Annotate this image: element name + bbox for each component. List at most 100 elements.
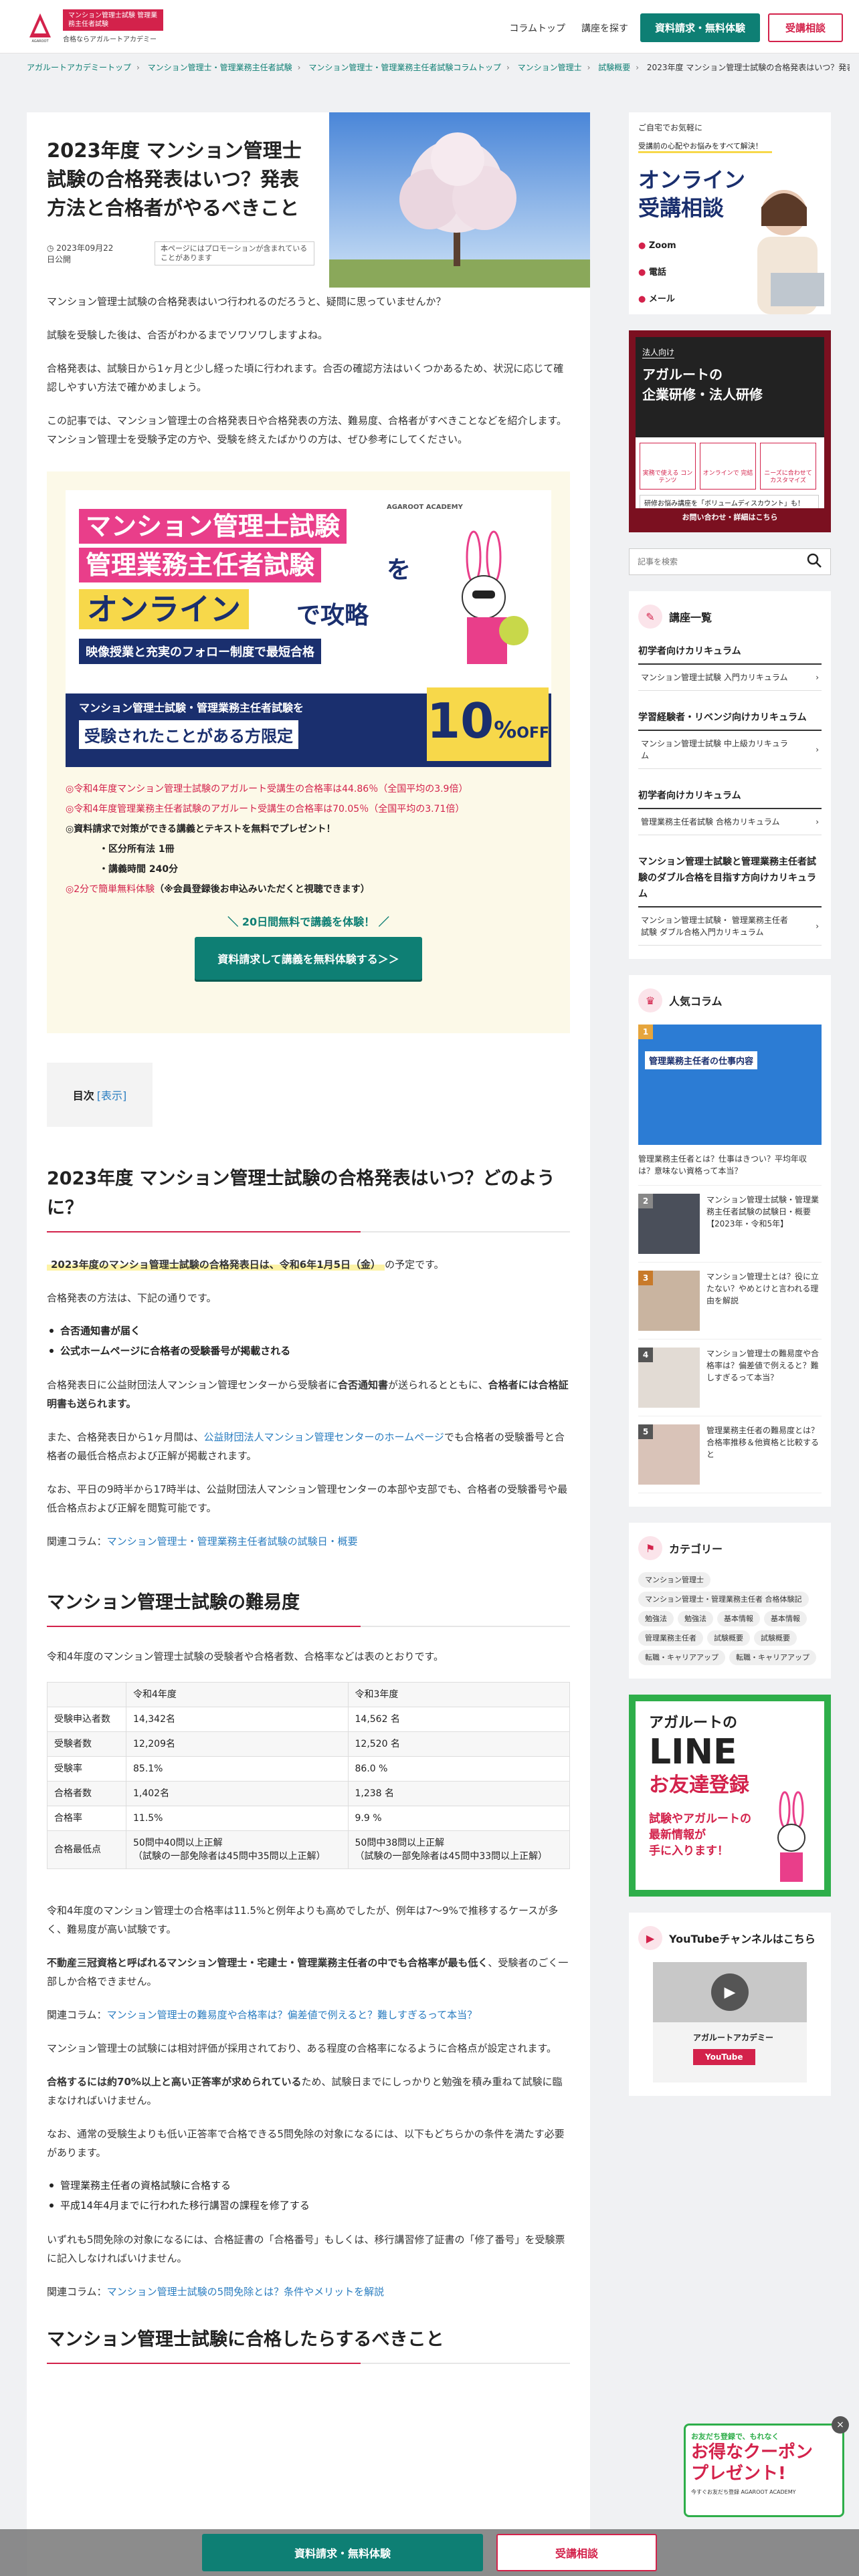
line-big: LINE: [649, 1732, 737, 1772]
popular-item[interactable]: 3 マンション管理士とは？役に立たない？やめとけと言われる理由を解説: [638, 1263, 822, 1339]
banner-cta-label: ＼ 20日間無料で講義を体験！ ／: [227, 916, 389, 928]
logo-tagline: マンション管理士試験 管理業務主任者試験: [63, 9, 163, 31]
category-tag[interactable]: 基本情報: [764, 1611, 807, 1626]
category-tag[interactable]: 試験概要: [754, 1630, 797, 1646]
chevron-right-icon: ›: [816, 745, 819, 754]
youtube-button[interactable]: YouTube: [693, 2049, 755, 2065]
online-tag2: 受講前の心配やお悩みをすべて解決！: [638, 140, 772, 153]
intro-paragraph: 試験を受験した後は、合否がわかるまでソワソワしますよね。: [47, 329, 328, 341]
related-column-link[interactable]: マンション管理士試験の5問免除とは？条件やメリットを解説: [107, 2286, 385, 2298]
header-nav: コラムトップ 講座を探す 資料請求・無料体験 受講相談: [505, 13, 843, 42]
widget-title: YouTubeチャンネルはこちら: [669, 1933, 816, 1945]
breadcrumb-item[interactable]: アガルートアカデミートップ: [27, 63, 131, 72]
chevron-right-icon: ›: [816, 922, 819, 931]
article-header: 2023年度 マンション管理士試験の合格発表はいつ？発表方法と合格者がやるべきこ…: [47, 112, 590, 288]
category-tag[interactable]: 管理業務主任者: [638, 1630, 703, 1646]
breadcrumb-item[interactable]: マンション管理士: [518, 63, 582, 72]
paragraph: なお、通常の受験生よりも低い正答率で合格できる5問免除の対象になるには、以下もど…: [47, 2128, 565, 2159]
header-consult-button[interactable]: 受講相談: [767, 13, 843, 42]
stats-table: 令和4年度 令和3年度 受験申込者数 14,342名 14,562 名 受験者数 12…: [47, 1682, 570, 1869]
line-coupon-popup[interactable]: × お友だち登録で、もれなく お得なクーポン プレゼント! 今すぐお友だち登録 …: [684, 2416, 849, 2517]
category-tag[interactable]: 転職・キャリアアップ: [729, 1650, 816, 1665]
course-link[interactable]: マンション管理士試験 入門カリキュラム ›: [638, 665, 822, 691]
breadcrumb-item[interactable]: マンション管理士・管理業務主任者試験コラムトップ: [308, 63, 501, 72]
category-tag[interactable]: 基本情報: [717, 1611, 760, 1626]
toc-toggle[interactable]: [表示]: [97, 1087, 127, 1103]
category-tag[interactable]: マンション管理士・管理業務主任者 合格体験記: [638, 1592, 809, 1607]
coupon-line4: 今すぐお友だち登録 AGAROOT ACADEMY: [691, 2489, 796, 2495]
banner-gift-item: ・区分所有法 1冊: [99, 844, 175, 855]
corp-title2: 企業研修・法人研修: [642, 387, 763, 403]
online-tag1: ご自宅でお気軽に: [638, 123, 703, 132]
site-logo[interactable]: AGAROOT マンション管理士試験 管理業務主任者試験 合格ならアガルートアカ…: [24, 9, 163, 43]
popular-item[interactable]: 4 マンション管理士の難易度や合格率は？偏差値で例えると？難しすぎるって本当？: [638, 1339, 822, 1416]
chevron-right-icon: ›: [816, 817, 819, 827]
related-column: 関連コラム：マンション管理士の難易度や合格率は？偏差値で例えると？難しすぎるって…: [47, 2009, 478, 2021]
related-column: 関連コラム：マンション管理士・管理業務主任者試験の試験日・概要: [47, 1535, 358, 1547]
search-icon[interactable]: [806, 552, 822, 571]
lead-tail: の予定です。: [385, 1259, 444, 1271]
play-icon: ▶: [711, 1973, 749, 2011]
course-link[interactable]: マンション管理士試験 中上級カリキュラム ›: [638, 731, 822, 769]
banner-signup-note: （※会員登録後お申込みいただくと視聴できます）: [155, 884, 370, 895]
paragraph: 合格するには約70%以上と高い正答率が求められているため、試験日までにしっかりと…: [47, 2076, 563, 2107]
mankan-center-link[interactable]: 公益財団法人マンション管理センターのホームページ: [204, 1431, 444, 1443]
popular-item-1[interactable]: 1 管理業務主任者の仕事内容 管理業務主任者とは？仕事はきつい？平均年収は？意味…: [638, 1025, 822, 1186]
popular-item[interactable]: 5 管理業務主任者の難易度とは？合格率推移＆他資格と比較すると: [638, 1416, 822, 1493]
youtube-channel-banner[interactable]: ▶ アガルートアカデミー YouTube: [653, 1962, 807, 2082]
popular-thumb: 1 管理業務主任者の仕事内容: [638, 1025, 822, 1145]
close-icon[interactable]: ×: [832, 2416, 849, 2434]
nav-find-course[interactable]: 講座を探す: [577, 21, 632, 35]
table-row: 受験率 85.1% 86.0 %: [47, 1756, 570, 1782]
coupon-line1: お友だち登録で、もれなく: [691, 2432, 779, 2441]
list-item: 合否通知書が届く: [50, 1321, 570, 1341]
table-row: 合格者数 1,402名 1,238 名: [47, 1781, 570, 1806]
widget-title: 人気コラム: [669, 995, 723, 1008]
course-section-head: 初学者向けカリキュラム: [638, 641, 822, 665]
header-request-button[interactable]: 資料請求・無料体験: [640, 13, 760, 42]
related-column-link[interactable]: マンション管理士・管理業務主任者試験の試験日・概要: [107, 1535, 358, 1547]
online-title2: 受講相談: [638, 195, 725, 221]
banner-offer1: マンション管理士試験・管理業務主任者試験を: [79, 702, 304, 714]
category-tag[interactable]: 転職・キャリアアップ: [638, 1650, 725, 1665]
condition-list: 管理業務主任者の資格試験に合格する 平成14年4月までに行われた移行講習の課程を…: [50, 2175, 570, 2216]
rank-badge: 1: [638, 1025, 653, 1039]
category-tag[interactable]: マンション管理士: [638, 1572, 710, 1588]
category-tag[interactable]: 試験概要: [707, 1630, 750, 1646]
line-friend-banner[interactable]: アガルートの LINE お友達登録 試験やアガルートの 最新情報が 手に入ります…: [629, 1695, 831, 1897]
course-list-widget: ✎ 講座一覧 初学者向けカリキュラム マンション管理士試験 入門カリキュラム › 学…: [629, 591, 831, 959]
category-widget: ⚑ カテゴリー マンション管理士 マンション管理士・管理業務主任者 合格体験記 勉…: [629, 1523, 831, 1679]
online-consult-banner[interactable]: ご自宅でお気軽に 受講前の心配やお悩みをすべて解決！ オンライン 受講相談 ● …: [629, 112, 831, 314]
promotion-note: 本ページにはプロモーションが含まれていることがあります: [155, 241, 314, 265]
float-request-button[interactable]: 資料請求・無料体験: [202, 2534, 483, 2571]
intro-paragraph: 合格発表は、試験日から1ヶ月と少し経った頃に行われます。合否の確認方法はいくつか…: [47, 362, 564, 393]
category-tag[interactable]: 勉強法: [678, 1611, 713, 1626]
publish-date: ◷ 2023年09月22日公開: [47, 243, 114, 264]
banner-line3: オンライン: [79, 589, 249, 629]
nav-column-top[interactable]: コラムトップ: [505, 21, 569, 35]
corporate-training-banner[interactable]: 法人向け アガルートの 企業研修・法人研修 実務で使える コンテンツ オンライン…: [629, 330, 831, 532]
corp-cta[interactable]: お問い合わせ・詳細はこちら: [636, 508, 824, 526]
promo-banner: マンション管理士試験 管理業務主任者試験 を オンライン で攻略 映像授業と充実…: [47, 471, 570, 1033]
breadcrumb-current: 2023年度 マンション管理士試験の合格発表はいつ？発表方法と合格者がやるべきこ…: [646, 63, 850, 72]
course-link[interactable]: マンション管理士試験・ 管理業務主任者試験 ダブル合格入門カリキュラム ›: [638, 907, 822, 946]
stats-table-wrapper[interactable]: 令和4年度 令和3年度 受験申込者数 14,342名 14,562 名 受験者数 12…: [47, 1666, 570, 1869]
float-consult-button[interactable]: 受講相談: [496, 2534, 657, 2571]
search-input[interactable]: [638, 557, 771, 566]
banner-point: ◎令和4年度管理業務主任者試験のアガルート受講生の合格率は70.05％（全国平均…: [66, 804, 465, 815]
youtube-widget: ▶ YouTubeチャンネルはこちら ▶ アガルートアカデミー YouTube: [629, 1913, 831, 2096]
flag-icon: ⚑: [638, 1536, 662, 1560]
category-tag[interactable]: 勉強法: [638, 1611, 674, 1626]
course-link[interactable]: 管理業務主任者試験 合格カリキュラム ›: [638, 809, 822, 835]
breadcrumb-item[interactable]: 試験概要: [598, 63, 630, 72]
promo-banner-image[interactable]: マンション管理士試験 管理業務主任者試験 を オンライン で攻略 映像授業と充実…: [66, 490, 551, 767]
banner-line2b: を: [387, 556, 411, 584]
video-icon: ●: [638, 241, 646, 251]
banner-line2: 管理業務主任者試験: [79, 548, 322, 582]
agaroot-logo-icon: AGAROOT: [24, 11, 56, 43]
related-column-link[interactable]: マンション管理士の難易度や合格率は？偏差値で例えると？難しすぎるって本当？: [107, 2009, 478, 2021]
free-trial-button[interactable]: 資料請求して講義を無料体験する＞＞: [195, 937, 422, 980]
banner-signup: ◎2分で簡単無料体験: [66, 884, 155, 895]
breadcrumb-item[interactable]: マンション管理士・管理業務主任者試験: [148, 63, 292, 72]
popular-item[interactable]: 2 マンション管理士試験・管理業務主任者試験の試験日・概要【2023年・令和5年】: [638, 1186, 822, 1263]
